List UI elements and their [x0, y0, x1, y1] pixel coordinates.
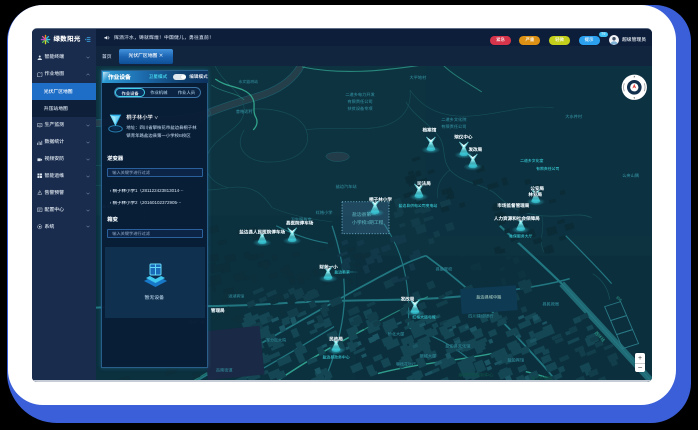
svg-text:小学校3期工程: 小学校3期工程 — [352, 219, 384, 226]
svg-text:么夹山隅: 么夹山隅 — [622, 173, 639, 179]
svg-text:县民政局: 县民政局 — [542, 302, 559, 308]
svg-text:水文监测站: 水文监测站 — [239, 79, 259, 85]
svg-text:盐边县文化馆: 盐边县文化馆 — [445, 344, 470, 350]
svg-text:民政局: 民政局 — [329, 337, 343, 343]
svg-text:财苑一小: 财苑一小 — [318, 265, 338, 271]
svg-text:扶贫设备专项: 扶贫设备专项 — [347, 106, 373, 112]
svg-text:桥北大厦: 桥北大厦 — [388, 332, 406, 338]
svg-text:进湖宾馆: 进湖宾馆 — [228, 294, 244, 300]
svg-text:县医院停车场: 县医院停车场 — [286, 220, 314, 227]
svg-text:盐边县第一…: 盐边县第一… — [334, 270, 357, 276]
svg-text:社保服务大厅: 社保服务大厅 — [509, 234, 532, 240]
svg-text:有限责任公司: 有限责任公司 — [441, 124, 466, 130]
svg-text:发改局: 发改局 — [400, 297, 415, 303]
svg-text:人力资源和社会保障局: 人力资源和社会保障局 — [493, 215, 540, 222]
svg-text:二道乡文化院: 二道乡文化院 — [441, 117, 467, 123]
svg-text:有限责任公司: 有限责任公司 — [347, 99, 372, 105]
svg-text:二道乡文化室: 二道乡文化室 — [520, 158, 543, 164]
svg-text:盐边汽车站: 盐边汽车站 — [336, 184, 358, 190]
svg-text:县委党校: 县委党校 — [436, 267, 454, 273]
svg-text:市场监督管理局: 市场监督管理局 — [497, 202, 529, 209]
svg-text:昔格达村: 昔格达村 — [236, 109, 254, 115]
svg-text:疾病预防控制中心: 疾病预防控制中心 — [458, 373, 494, 379]
svg-text:二道乡电力开发: 二道乡电力开发 — [345, 92, 375, 98]
svg-text:古南街道: 古南街道 — [216, 368, 234, 374]
svg-text:管理局: 管理局 — [210, 307, 225, 314]
svg-text:盐边县供电公司变电站: 盐边县供电公司变电站 — [399, 203, 438, 209]
svg-text:司法局: 司法局 — [417, 181, 431, 187]
svg-text:有限责任公司: 有限责任公司 — [536, 166, 559, 172]
svg-text:林业局: 林业局 — [527, 192, 542, 198]
svg-text:盐边县城中路: 盐边县城中路 — [476, 295, 502, 301]
svg-text:盐边宾馆: 盐边宾馆 — [507, 358, 524, 364]
svg-text:大水井村: 大水井村 — [565, 114, 583, 120]
svg-text:发改局: 发改局 — [467, 147, 482, 153]
svg-text:盐边县政务中心: 盐边县政务中心 — [322, 355, 349, 361]
svg-text:军分区大院: 军分区大院 — [266, 338, 286, 344]
svg-text:盐边县人民医院停车场: 盐边县人民医院停车场 — [239, 229, 285, 236]
svg-text:档案馆: 档案馆 — [422, 126, 437, 133]
svg-text:桐子林小学: 桐子林小学 — [368, 196, 392, 203]
svg-text:四川建设银行: 四川建设银行 — [468, 314, 493, 320]
svg-text:红格小学: 红格小学 — [316, 210, 333, 216]
svg-text:攀枝花银行: 攀枝花银行 — [396, 362, 416, 368]
svg-text:殡仪中心: 殡仪中心 — [453, 134, 473, 140]
svg-text:大平地村: 大平地村 — [410, 75, 428, 81]
svg-text:新城大厦: 新城大厦 — [420, 354, 438, 360]
